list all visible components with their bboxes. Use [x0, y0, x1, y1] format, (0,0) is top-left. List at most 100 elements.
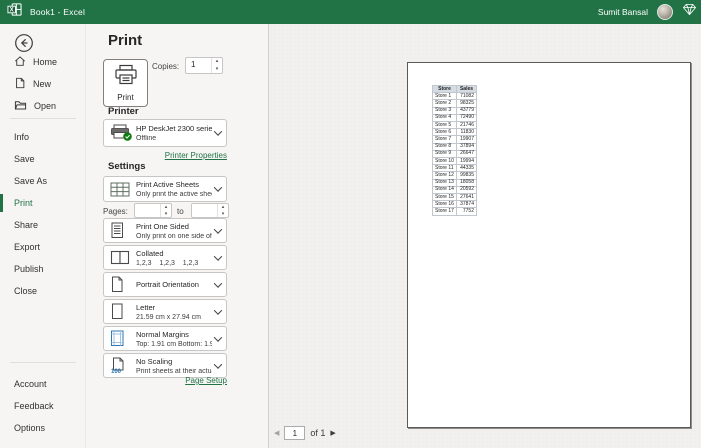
- store-cell: Store 3: [433, 107, 457, 114]
- scaling-icon: 100: [110, 357, 136, 374]
- sales-cell: 20592: [457, 186, 477, 193]
- preview-page: StoreSales Store 171082Store 298325Store…: [407, 62, 691, 428]
- chevron-down-icon: [214, 279, 222, 287]
- back-button[interactable]: [14, 33, 34, 53]
- dropdown-paper-size[interactable]: Letter 21.59 cm x 27.94 cm: [103, 299, 227, 324]
- chevron-down-icon: [214, 225, 222, 233]
- sidebar-item-feedback[interactable]: Feedback: [0, 395, 86, 417]
- chevron-down-icon: [214, 306, 222, 314]
- sheet-row: Store 1019994: [433, 158, 477, 165]
- copies-value[interactable]: 1: [186, 58, 211, 73]
- dropdown-collation-subtitle: 1,2,3 1,2,3 1,2,3: [136, 260, 212, 267]
- dropdown-margins[interactable]: Normal MarginsTop: 1.91 cm Bottom: 1.91 …: [103, 326, 227, 351]
- sidebar-item-home[interactable]: Home: [0, 51, 86, 73]
- store-cell: Store 13: [433, 179, 457, 186]
- sales-cell: 43779: [457, 107, 477, 114]
- current-page-input[interactable]: 1: [284, 426, 305, 440]
- print-button[interactable]: Print: [103, 59, 148, 107]
- sheet-row: Store 521746: [433, 122, 477, 129]
- store-cell: Store 4: [433, 114, 457, 121]
- dropdown-paper-size-subtitle: 21.59 cm x 27.94 cm: [136, 314, 212, 321]
- page-setup-link[interactable]: Page Setup: [185, 376, 227, 385]
- sidebar-item-account[interactable]: Account: [0, 373, 86, 395]
- copies-down-icon[interactable]: ▾: [212, 66, 222, 74]
- dropdown-orientation-title: Portrait Orientation: [136, 280, 212, 289]
- sales-cell: 99835: [457, 172, 477, 179]
- excel-logo-icon: X: [7, 2, 22, 22]
- sidebar-item-options[interactable]: Options: [0, 417, 86, 439]
- printer-status: Offline: [136, 135, 212, 142]
- gem-icon[interactable]: [682, 3, 697, 21]
- sales-cell: 72490: [457, 114, 477, 121]
- sidebar-divider: [10, 118, 76, 119]
- store-cell: Store 14: [433, 186, 457, 193]
- store-cell: Store 17: [433, 208, 457, 215]
- pages-to-down-icon[interactable]: ▾: [218, 211, 228, 218]
- dropdown-sides-title: Print One Sided: [136, 222, 212, 231]
- one-sided-icon: [110, 222, 136, 239]
- avatar[interactable]: [657, 4, 673, 20]
- dropdown-scaling-title: No Scaling: [136, 357, 212, 366]
- chevron-down-icon: [214, 252, 222, 260]
- sidebar-item-save-as[interactable]: Save As: [0, 170, 86, 192]
- pages-to-stepper[interactable]: ▴ ▾: [191, 203, 229, 218]
- store-cell: Store 12: [433, 172, 457, 179]
- sheet-table: StoreSales Store 171082Store 298325Store…: [432, 85, 477, 216]
- sidebar-item-print[interactable]: Print: [0, 192, 86, 214]
- sidebar-item-publish[interactable]: Publish: [0, 258, 86, 280]
- sales-cell: 7752: [457, 208, 477, 215]
- sidebar-item-new[interactable]: New: [0, 73, 86, 95]
- sheet-row: Store 343779: [433, 107, 477, 114]
- sales-cell: 37894: [457, 143, 477, 150]
- home-icon: [14, 55, 26, 69]
- sidebar-item-open[interactable]: Open: [0, 95, 86, 117]
- title-bar: X Book1 - Excel Sumit Bansal: [0, 0, 701, 24]
- chevron-down-icon: [214, 360, 222, 368]
- sidebar-item-info[interactable]: Info: [0, 126, 86, 148]
- printer-name: HP DeskJet 2300 series: [136, 124, 212, 133]
- sidebar-divider: [10, 362, 76, 363]
- store-cell: Store 7: [433, 136, 457, 143]
- next-page-icon[interactable]: ▶: [330, 429, 335, 437]
- sheet-header-cell: Store: [433, 86, 457, 93]
- sheet-row: Store 1318058: [433, 179, 477, 186]
- sidebar-item-export[interactable]: Export: [0, 236, 86, 258]
- store-cell: Store 2: [433, 100, 457, 107]
- copies-stepper[interactable]: 1 ▴ ▾: [185, 57, 223, 74]
- dropdown-print-what[interactable]: Print Active SheetsOnly print the active…: [103, 176, 227, 202]
- dropdown-sides-subtitle: Only print on one side of the…: [136, 233, 212, 240]
- dropdown-orientation[interactable]: Portrait Orientation: [103, 272, 227, 297]
- chevron-down-icon: [214, 183, 222, 191]
- printer-properties-link[interactable]: Printer Properties: [165, 151, 227, 160]
- dropdown-paper-size-title: Letter: [136, 303, 212, 312]
- page-title: Print: [108, 32, 142, 49]
- printer-select[interactable]: HP DeskJet 2300 series Offline: [103, 119, 227, 147]
- pages-from-down-icon[interactable]: ▾: [161, 211, 171, 218]
- dropdown-scaling[interactable]: 100No ScalingPrint sheets at their actua…: [103, 353, 227, 378]
- dropdown-collation[interactable]: Collated1,2,3 1,2,3 1,2,3: [103, 245, 227, 270]
- dropdown-sides[interactable]: Print One Sided Only print on one side of…: [103, 218, 227, 243]
- sidebar-item-share[interactable]: Share: [0, 214, 86, 236]
- sales-cell: 11830: [457, 129, 477, 136]
- sheet-row: Store 1527641: [433, 194, 477, 201]
- pages-to-label: to: [177, 207, 184, 216]
- store-cell: Store 16: [433, 201, 457, 208]
- sidebar-item-save[interactable]: Save: [0, 148, 86, 170]
- user-name[interactable]: Sumit Bansal: [598, 7, 648, 17]
- collated-icon: [110, 250, 136, 265]
- pages-label: Pages:: [103, 207, 128, 216]
- settings-section-label: Settings: [108, 161, 145, 172]
- store-cell: Store 10: [433, 158, 457, 165]
- copies-up-icon[interactable]: ▴: [212, 58, 222, 66]
- sales-cell: 71082: [457, 93, 477, 100]
- previous-page-icon[interactable]: ◀: [274, 429, 279, 437]
- pages-from-stepper[interactable]: ▴ ▾: [134, 203, 172, 218]
- sales-cell: 44335: [457, 165, 477, 172]
- sheet-row: Store 472490: [433, 114, 477, 121]
- sales-cell: 19994: [457, 158, 477, 165]
- new-file-icon: [14, 77, 26, 91]
- sidebar-item-close[interactable]: Close: [0, 280, 86, 302]
- store-cell: Store 9: [433, 150, 457, 157]
- sheet-row: Store 611830: [433, 129, 477, 136]
- sales-cell: 26647: [457, 150, 477, 157]
